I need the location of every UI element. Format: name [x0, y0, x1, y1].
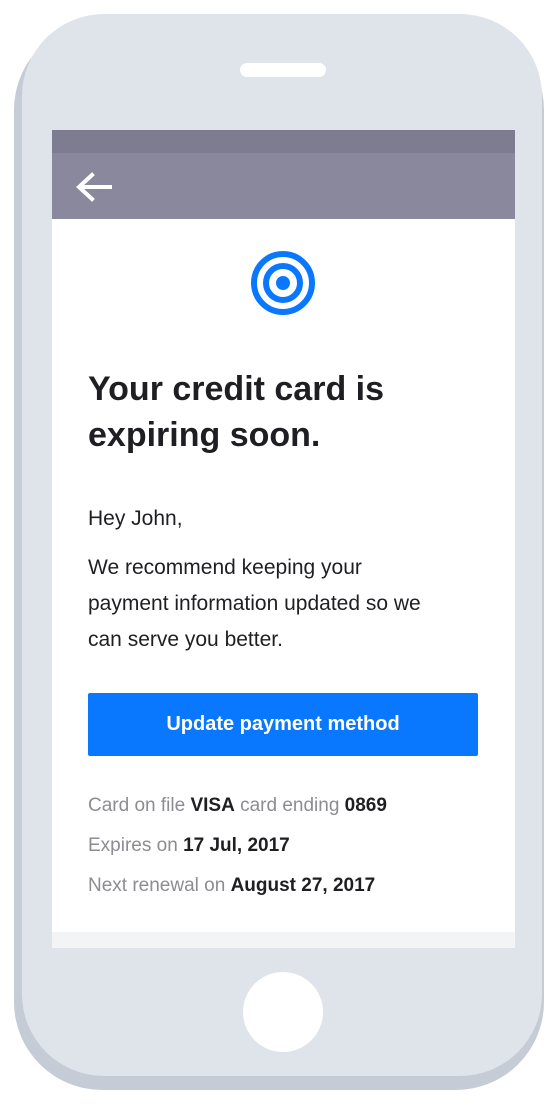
page-title: Your credit card is expiring soon.: [88, 366, 488, 458]
expiry-line: Expires on 17 Jul, 2017: [88, 830, 387, 870]
card-details: Card on file VISA card ending 0869 Expir…: [88, 790, 387, 910]
card-brand: VISA: [190, 795, 235, 816]
update-payment-method-button[interactable]: Update payment method: [88, 693, 478, 756]
expiry-date: 17 Jul, 2017: [183, 835, 290, 856]
status-bar: [52, 130, 515, 153]
renewal-line: Next renewal on August 27, 2017: [88, 870, 387, 910]
greeting-text: Hey John,: [88, 507, 183, 530]
phone-speaker: [240, 63, 326, 77]
home-button[interactable]: [243, 972, 323, 1052]
card-ending-label: card ending: [240, 795, 340, 816]
back-button[interactable]: [70, 167, 118, 207]
title-line-1: Your credit card is: [88, 370, 385, 408]
expires-label: Expires on: [88, 835, 178, 856]
arrow-left-icon: [76, 172, 112, 202]
footer-strip: [52, 932, 515, 948]
renewal-date: August 27, 2017: [230, 875, 376, 896]
phone-screen: Your credit card is expiring soon. Hey J…: [52, 130, 515, 948]
card-on-file-label: Card on file: [88, 795, 186, 816]
body-line-3: can serve you better.: [88, 628, 283, 651]
renewal-label: Next renewal on: [88, 875, 226, 896]
body-line-2: payment information updated so we: [88, 592, 421, 615]
concentric-circles-logo-icon: [251, 251, 315, 315]
body-line-1: We recommend keeping your: [88, 556, 362, 579]
title-line-2: expiring soon.: [88, 416, 321, 454]
body-paragraph: We recommend keeping your payment inform…: [88, 550, 498, 658]
card-on-file-line: Card on file VISA card ending 0869: [88, 790, 387, 830]
nav-bar: [52, 153, 515, 219]
card-last-four: 0869: [344, 795, 387, 816]
